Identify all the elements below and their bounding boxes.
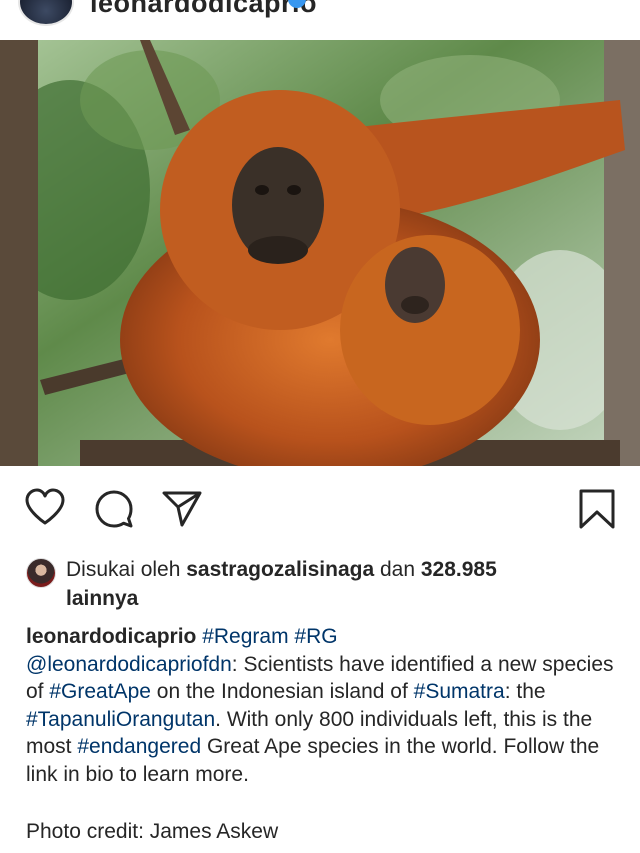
- orangutan-image: [0, 40, 640, 466]
- likes-count[interactable]: 328.985: [421, 558, 497, 581]
- post-caption: leonardodicaprio #Regram #RG @leonardodic…: [26, 623, 622, 788]
- bookmark-icon[interactable]: [578, 488, 616, 530]
- caption-text-2: on the Indonesian island of: [150, 680, 414, 703]
- likes-middle: dan: [374, 558, 421, 581]
- photo-credit: Photo credit: James Askew: [26, 820, 279, 843]
- hashtag-tapanuli[interactable]: #TapanuliOrangutan: [26, 708, 215, 731]
- hashtag-rg[interactable]: #RG: [294, 625, 337, 648]
- author-avatar[interactable]: [18, 0, 74, 26]
- caption-author[interactable]: leonardodicaprio: [26, 625, 196, 648]
- liker-avatar[interactable]: [26, 558, 56, 588]
- hashtag-regram[interactable]: #Regram: [202, 625, 288, 648]
- hashtag-endangered[interactable]: #endangered: [77, 735, 201, 758]
- hashtag-sumatra[interactable]: #Sumatra: [414, 680, 505, 703]
- likes-suffix[interactable]: lainnya: [66, 587, 138, 610]
- caption-text-3: : the: [504, 680, 546, 703]
- send-icon[interactable]: [161, 490, 203, 528]
- likes-row: Disukai oleh sastragozalisinaga dan 328.…: [26, 555, 626, 613]
- likes-prefix: Disukai oleh: [66, 558, 187, 581]
- post-photo[interactable]: [0, 40, 640, 466]
- post-header: leonardodicaprio: [0, 0, 640, 40]
- hashtag-greatape[interactable]: #GreatApe: [49, 680, 151, 703]
- mention-link[interactable]: @leonardodicapriofdn: [26, 653, 232, 676]
- likes-text[interactable]: Disukai oleh sastragozalisinaga dan 328.…: [66, 555, 626, 613]
- liker-username[interactable]: sastragozalisinaga: [186, 558, 374, 581]
- heart-icon[interactable]: [24, 488, 66, 526]
- comment-icon[interactable]: [94, 489, 134, 529]
- author-username[interactable]: leonardodicaprio: [90, 0, 317, 19]
- action-bar: [0, 478, 640, 538]
